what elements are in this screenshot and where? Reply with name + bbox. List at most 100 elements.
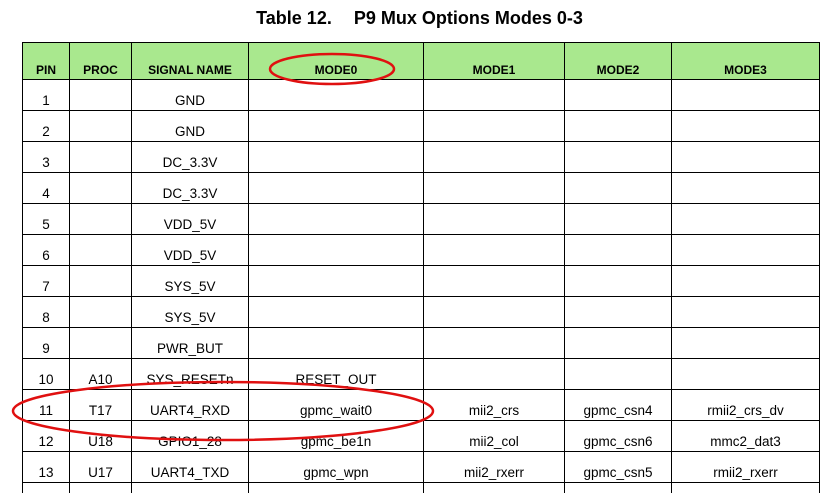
table-row: 3 DC_3.3V xyxy=(23,142,820,173)
cell-proc xyxy=(70,204,132,235)
table-row-partial xyxy=(23,483,820,493)
cell-empty xyxy=(132,483,249,493)
cell-mode2 xyxy=(565,173,672,204)
cell-proc xyxy=(70,111,132,142)
cell-pin: 8 xyxy=(23,297,70,328)
cell-proc xyxy=(70,235,132,266)
cell-pin: 10 xyxy=(23,359,70,390)
cell-mode3 xyxy=(672,142,820,173)
cell-proc xyxy=(70,328,132,359)
cell-signal: DC_3.3V xyxy=(132,142,249,173)
cell-mode1 xyxy=(424,235,565,266)
col-header-proc: PROC xyxy=(70,43,132,80)
table-row: 11T17UART4_RXDgpmc_wait0mii2_crsgpmc_csn… xyxy=(23,390,820,421)
col-header-mode1: MODE1 xyxy=(424,43,565,80)
cell-mode3 xyxy=(672,266,820,297)
cell-mode0 xyxy=(249,142,424,173)
cell-mode1 xyxy=(424,80,565,111)
cell-empty xyxy=(565,483,672,493)
cell-signal: UART4_RXD xyxy=(132,390,249,421)
cell-pin: 4 xyxy=(23,173,70,204)
cell-signal: SYS_5V xyxy=(132,266,249,297)
cell-mode2 xyxy=(565,266,672,297)
cell-mode0: gpmc_wpn xyxy=(249,452,424,483)
cell-signal: GND xyxy=(132,80,249,111)
table-row: 8 SYS_5V xyxy=(23,297,820,328)
cell-pin: 9 xyxy=(23,328,70,359)
col-header-mode0: MODE0 xyxy=(249,43,424,80)
cell-mode0 xyxy=(249,266,424,297)
cell-proc: A10 xyxy=(70,359,132,390)
cell-empty xyxy=(23,483,70,493)
cell-mode2 xyxy=(565,80,672,111)
cell-mode2 xyxy=(565,111,672,142)
cell-mode1: mii2_crs xyxy=(424,390,565,421)
cell-mode1 xyxy=(424,173,565,204)
cell-pin: 2 xyxy=(23,111,70,142)
cell-mode1 xyxy=(424,266,565,297)
header-row: PIN PROC SIGNAL NAME MODE0 MODE1 MODE2 M… xyxy=(23,43,820,80)
cell-signal: PWR_BUT xyxy=(132,328,249,359)
cell-signal: VDD_5V xyxy=(132,204,249,235)
table-row: 1GND xyxy=(23,80,820,111)
cell-mode1 xyxy=(424,328,565,359)
cell-empty xyxy=(424,483,565,493)
table-row: 13U17UART4_TXDgpmc_wpnmii2_rxerrgpmc_csn… xyxy=(23,452,820,483)
table-row: 12U18GPIO1_28gpmc_be1nmii2_colgpmc_csn6m… xyxy=(23,421,820,452)
cell-proc xyxy=(70,173,132,204)
cell-mode3: mmc2_dat3 xyxy=(672,421,820,452)
table-row: 10A10SYS_RESETnRESET_OUT xyxy=(23,359,820,390)
col-header-signal: SIGNAL NAME xyxy=(132,43,249,80)
cell-proc: T17 xyxy=(70,390,132,421)
cell-signal: DC_3.3V xyxy=(132,173,249,204)
cell-mode1 xyxy=(424,111,565,142)
cell-proc: U18 xyxy=(70,421,132,452)
cell-pin: 6 xyxy=(23,235,70,266)
table-row: 7SYS_5V xyxy=(23,266,820,297)
cell-mode0 xyxy=(249,235,424,266)
cell-mode2 xyxy=(565,204,672,235)
cell-mode1 xyxy=(424,204,565,235)
cell-mode3 xyxy=(672,297,820,328)
cell-signal: SYS_5V xyxy=(132,297,249,328)
table-row: 5 VDD_5V xyxy=(23,204,820,235)
cell-mode2 xyxy=(565,235,672,266)
cell-pin: 13 xyxy=(23,452,70,483)
cell-mode3 xyxy=(672,173,820,204)
table-row: 6 VDD_5V xyxy=(23,235,820,266)
cell-mode1 xyxy=(424,359,565,390)
cell-signal: VDD_5V xyxy=(132,235,249,266)
col-header-mode3: MODE3 xyxy=(672,43,820,80)
cell-mode3 xyxy=(672,328,820,359)
cell-pin: 3 xyxy=(23,142,70,173)
cell-proc xyxy=(70,142,132,173)
cell-mode2 xyxy=(565,328,672,359)
cell-proc: U17 xyxy=(70,452,132,483)
cell-mode0: gpmc_be1n xyxy=(249,421,424,452)
table-row: 4 DC_3.3V xyxy=(23,173,820,204)
cell-mode0: gpmc_wait0 xyxy=(249,390,424,421)
cell-signal: GPIO1_28 xyxy=(132,421,249,452)
col-header-mode2: MODE2 xyxy=(565,43,672,80)
table-caption: Table 12.P9 Mux Options Modes 0-3 xyxy=(0,8,839,29)
cell-mode3 xyxy=(672,235,820,266)
cell-mode0 xyxy=(249,173,424,204)
cell-mode1: mii2_col xyxy=(424,421,565,452)
cell-mode2 xyxy=(565,142,672,173)
cell-proc xyxy=(70,297,132,328)
table-number: Table 12. xyxy=(256,8,332,28)
cell-mode3: rmii2_crs_dv xyxy=(672,390,820,421)
cell-empty xyxy=(672,483,820,493)
cell-mode0 xyxy=(249,328,424,359)
cell-pin: 11 xyxy=(23,390,70,421)
cell-mode0 xyxy=(249,297,424,328)
cell-pin: 5 xyxy=(23,204,70,235)
cell-proc xyxy=(70,80,132,111)
cell-pin: 12 xyxy=(23,421,70,452)
cell-mode1: mii2_rxerr xyxy=(424,452,565,483)
cell-mode0 xyxy=(249,204,424,235)
cell-mode3 xyxy=(672,359,820,390)
cell-mode1 xyxy=(424,142,565,173)
cell-mode2: gpmc_csn6 xyxy=(565,421,672,452)
cell-mode0: RESET_OUT xyxy=(249,359,424,390)
